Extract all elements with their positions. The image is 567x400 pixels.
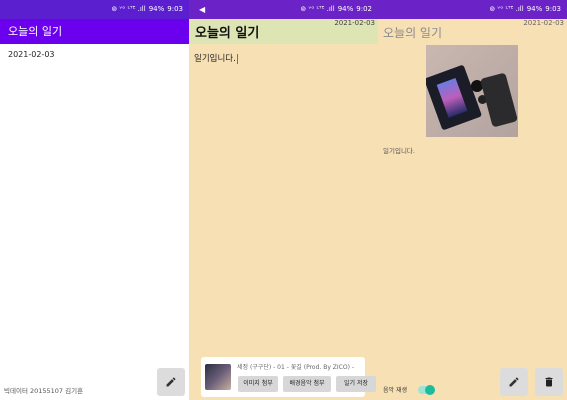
app-bar: 오늘의 일기 (0, 19, 189, 44)
diary-title: 오늘의 일기 (383, 26, 443, 40)
tablet-screen (436, 77, 468, 118)
diary-list-screen: ⊚ ᵛᵒ ᴸᵀᴱ .ıll 94% 9:03 오늘의 일기 2021-02-03… (0, 0, 189, 400)
photo-phone (479, 72, 518, 128)
attach-image-button[interactable]: 이미지 첨부 (238, 376, 278, 392)
author-footer: 빅데이터 20155107 김기훈 (4, 387, 84, 395)
edit-diary-button[interactable] (500, 368, 528, 396)
status-bar: ⊚ ᵛᵒ ᴸᵀᴱ .ıll 94% 9:03 (378, 0, 567, 19)
status-icons: ⊚ ᵛᵒ ᴸᵀᴱ .ıll (111, 5, 146, 13)
status-time: 9:02 (356, 5, 372, 13)
diary-view-screen: ⊚ ᵛᵒ ᴸᵀᴱ .ıll 94% 9:03 오늘의 일기 2021-02-03… (378, 0, 567, 400)
diary-edit-screen: ◀ ⊚ ᵛᵒ ᴸᵀᴱ .ıll 94% 9:02 오늘의 일기 2021-02-… (189, 0, 378, 400)
text-cursor (236, 53, 238, 64)
diary-content-input[interactable]: 일기입니다. (194, 52, 238, 64)
music-play-toggle[interactable] (418, 385, 435, 395)
battery-level: 94% (337, 5, 354, 13)
diary-list-item[interactable]: 2021-02-03 (8, 50, 55, 59)
diary-date: 2021-02-03 (334, 19, 375, 27)
diary-content-text: 일기입니다. (194, 54, 236, 64)
navigation-arrow-icon: ◀ (199, 5, 206, 14)
save-diary-button[interactable]: 일기 저장 (336, 376, 376, 392)
photo-tablet (426, 64, 483, 131)
delete-diary-button[interactable] (535, 368, 563, 396)
battery-level: 94% (148, 5, 165, 13)
status-bar: ⊚ ᵛᵒ ᴸᵀᴱ .ıll 94% 9:03 (0, 0, 189, 19)
app-title: 오늘의 일기 (8, 25, 63, 38)
diary-title: 오늘의 일기 (195, 26, 260, 41)
attached-photo (426, 45, 518, 137)
diary-content: 일기입니다. (383, 147, 415, 155)
status-icons: ⊚ ᵛᵒ ᴸᵀᴱ .ıll (489, 5, 524, 13)
attach-music-button[interactable]: 배경음악 첨부 (283, 376, 331, 392)
battery-level: 94% (526, 5, 543, 13)
album-thumbnail (205, 364, 231, 390)
status-bar: ◀ ⊚ ᵛᵒ ᴸᵀᴱ .ıll 94% 9:02 (189, 0, 378, 19)
music-card: 세정 (구구단) - 01 - 꽃길 (Prod. By ZICO) - 이미지… (201, 357, 376, 397)
status-icons: ⊚ ᵛᵒ ᴸᵀᴱ .ıll (300, 5, 335, 13)
status-time: 9:03 (167, 5, 183, 13)
pencil-icon (166, 377, 176, 387)
status-time: 9:03 (545, 5, 561, 13)
song-title: 세정 (구구단) - 01 - 꽃길 (Prod. By ZICO) - (237, 364, 354, 371)
pencil-icon (509, 377, 519, 387)
toggle-knob (425, 385, 435, 395)
trash-icon (545, 377, 553, 387)
write-diary-button[interactable] (157, 368, 185, 396)
diary-date: 2021-02-03 (523, 19, 564, 27)
music-play-label: 음악 재생 (383, 387, 407, 394)
